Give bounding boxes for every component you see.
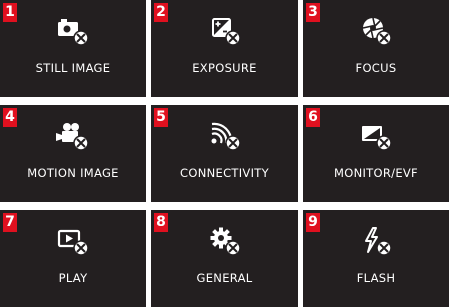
monitor-settings-icon <box>358 121 394 153</box>
exposure-settings-icon <box>207 16 243 48</box>
tile-label: MONITOR/EVF <box>334 166 418 180</box>
tile-exposure[interactable]: 2 EXPOSURE <box>151 0 298 97</box>
tile-number: 1 <box>3 3 17 22</box>
tile-number: 7 <box>3 213 17 232</box>
settings-menu-grid: 1 STILL IMAGE 2 EXPOSURE 3 FOCUS 4 MOTIO… <box>0 0 449 307</box>
tile-number: 5 <box>154 108 168 127</box>
tile-label: GENERAL <box>196 271 253 285</box>
playback-settings-icon <box>55 226 91 258</box>
tile-motion-image[interactable]: 4 MOTION IMAGE <box>0 105 146 202</box>
tile-label: CONNECTIVITY <box>180 166 269 180</box>
tile-connectivity[interactable]: 5 CONNECTIVITY <box>151 105 298 202</box>
tile-number: 8 <box>154 213 168 232</box>
video-camera-settings-icon <box>55 121 91 153</box>
tile-number: 6 <box>306 108 320 127</box>
tile-number: 4 <box>3 108 17 127</box>
tile-focus[interactable]: 3 FOCUS <box>303 0 449 97</box>
tile-label: MOTION IMAGE <box>27 166 119 180</box>
wireless-settings-icon <box>207 121 243 153</box>
tile-label: FLASH <box>356 271 396 285</box>
camera-settings-icon <box>55 16 91 48</box>
flash-settings-icon <box>358 226 394 258</box>
aperture-settings-icon <box>358 16 394 48</box>
tile-label: PLAY <box>58 271 88 285</box>
tile-still-image[interactable]: 1 STILL IMAGE <box>0 0 146 97</box>
tile-general[interactable]: 8 GENERAL <box>151 210 298 307</box>
gear-settings-icon <box>207 226 243 258</box>
tile-flash[interactable]: 9 FLASH <box>303 210 449 307</box>
tile-number: 3 <box>306 3 320 22</box>
tile-label: STILL IMAGE <box>35 61 111 75</box>
tile-label: EXPOSURE <box>192 61 257 75</box>
tile-label: FOCUS <box>355 61 397 75</box>
tile-number: 9 <box>306 213 320 232</box>
tile-number: 2 <box>154 3 168 22</box>
tile-play[interactable]: 7 PLAY <box>0 210 146 307</box>
tile-monitor-evf[interactable]: 6 MONITOR/EVF <box>303 105 449 202</box>
